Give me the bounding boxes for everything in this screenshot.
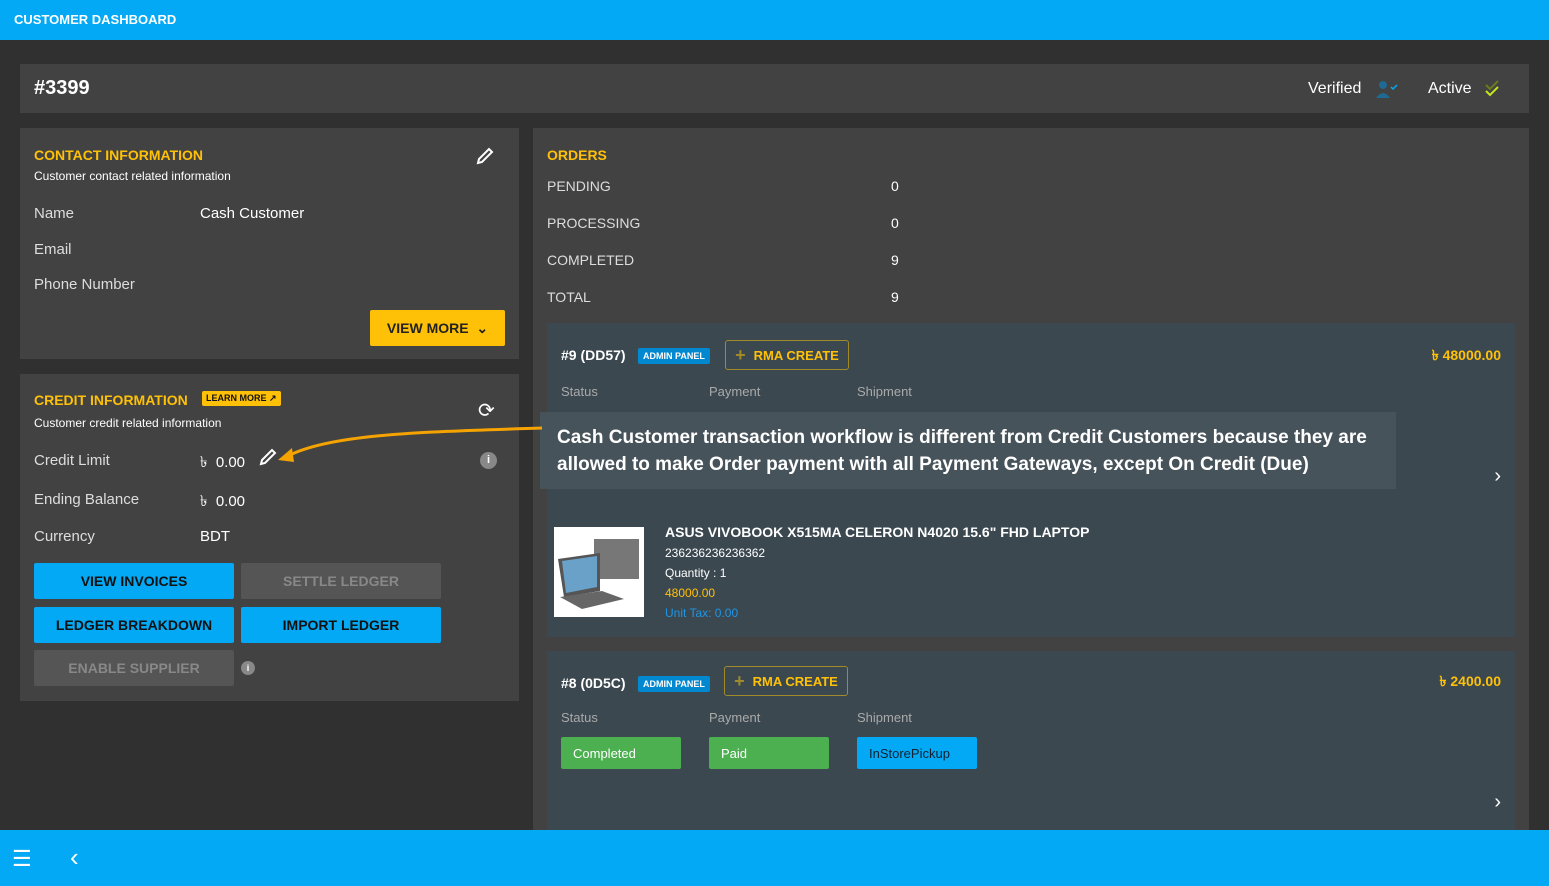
phone-label: Phone Number xyxy=(34,276,135,293)
ledger-breakdown-button[interactable]: LEDGER BREAKDOWN xyxy=(34,607,234,643)
credit-limit-label: Credit Limit xyxy=(34,452,110,469)
view-more-label: VIEW MORE xyxy=(386,320,469,336)
app-title: CUSTOMER DASHBOARD xyxy=(14,12,177,27)
verified-user-icon xyxy=(1376,81,1398,98)
order-amount: ৳ 48000.00 xyxy=(1431,347,1501,363)
name-value: Cash Customer xyxy=(200,205,305,222)
order-card[interactable]: #8 (0D5C) ADMIN PANEL + RMA CREATE ৳ 2400… xyxy=(547,651,1515,851)
currency-value: BDT xyxy=(200,528,230,545)
shipment-label: Shipment xyxy=(857,710,912,725)
active-label: Active xyxy=(1428,80,1472,97)
order-amount: ৳ 2400.00 xyxy=(1439,673,1501,689)
customer-id: #3399 xyxy=(34,77,90,99)
payment-label: Payment xyxy=(709,710,761,725)
product-price: 48000.00 xyxy=(665,586,716,600)
customer-header: #3399 Verified Active xyxy=(20,64,1529,113)
status-chip: Completed xyxy=(561,737,681,769)
admin-panel-badge: ADMIN PANEL xyxy=(638,348,710,364)
admin-panel-badge: ADMIN PANEL xyxy=(638,676,710,692)
status-label: Status xyxy=(561,710,598,725)
taka-icon: ৳ xyxy=(200,454,208,471)
contact-card: CONTACT INFORMATION Customer contact rel… xyxy=(20,128,519,359)
double-check-icon xyxy=(1485,80,1499,97)
annotation-arrow-icon xyxy=(278,426,543,462)
status-label: Status xyxy=(561,384,598,399)
credit-limit-value: 0.00 xyxy=(215,454,246,471)
pending-label: PENDING xyxy=(547,178,611,194)
orders-title: ORDERS xyxy=(547,147,607,163)
info-icon[interactable]: i xyxy=(241,661,255,675)
rma-create-button[interactable]: + RMA CREATE xyxy=(725,340,849,370)
bottom-bar: ☰ ‹ xyxy=(0,830,1549,886)
learn-more-button[interactable]: LEARN MORE ↗ xyxy=(202,391,281,406)
ending-balance-label: Ending Balance xyxy=(34,491,140,508)
chevron-down-icon: ⌄ xyxy=(476,319,489,336)
plus-icon: + xyxy=(735,344,746,365)
pending-value: 0 xyxy=(891,178,899,194)
product-sku: 236236236236362 xyxy=(665,546,766,560)
product-name: ASUS VIVOBOOK X515MA CELERON N4020 15.6"… xyxy=(665,524,1090,540)
verified-label: Verified xyxy=(1308,80,1362,97)
annotation-callout: Cash Customer transaction workflow is di… xyxy=(540,412,1396,489)
shipment-chip: InStorePickup xyxy=(857,737,977,769)
product-image xyxy=(554,527,644,617)
taka-icon: ৳ xyxy=(200,493,208,510)
order-id: #9 (DD57) xyxy=(561,347,626,363)
contact-title: CONTACT INFORMATION xyxy=(34,147,204,163)
completed-label: COMPLETED xyxy=(547,252,635,268)
payment-chip: Paid xyxy=(709,737,829,769)
name-label: Name xyxy=(34,205,75,222)
product-quantity: Quantity : 1 xyxy=(665,566,727,580)
processing-value: 0 xyxy=(891,215,899,231)
view-more-button[interactable]: VIEW MORE ⌄ xyxy=(370,310,505,346)
rma-label: RMA CREATE xyxy=(752,673,838,689)
chevron-right-icon[interactable]: › xyxy=(1494,465,1501,488)
edit-icon[interactable] xyxy=(475,146,495,166)
currency-label: Currency xyxy=(34,528,95,545)
app-header: CUSTOMER DASHBOARD xyxy=(0,0,1549,40)
payment-label: Payment xyxy=(709,384,761,399)
plus-icon: + xyxy=(734,670,745,691)
menu-icon[interactable]: ☰ xyxy=(12,846,32,872)
credit-title: CREDIT INFORMATION xyxy=(34,392,188,408)
import-ledger-button[interactable]: IMPORT LEDGER xyxy=(241,607,441,643)
learn-more-label: LEARN MORE xyxy=(206,393,267,403)
settle-ledger-button[interactable]: SETTLE LEDGER xyxy=(241,563,441,599)
chevron-right-icon[interactable]: › xyxy=(1494,791,1501,814)
shipment-label: Shipment xyxy=(857,384,912,399)
total-value: 9 xyxy=(891,289,899,305)
email-label: Email xyxy=(34,241,72,258)
rma-label: RMA CREATE xyxy=(753,347,839,363)
external-link-icon: ↗ xyxy=(269,393,277,403)
view-invoices-button[interactable]: VIEW INVOICES xyxy=(34,563,234,599)
contact-subtitle: Customer contact related information xyxy=(34,169,231,183)
enable-supplier-button[interactable]: ENABLE SUPPLIER xyxy=(34,650,234,686)
ending-balance-value: 0.00 xyxy=(215,493,246,510)
total-label: TOTAL xyxy=(547,289,591,305)
order-id: #8 (0D5C) xyxy=(561,675,626,691)
processing-label: PROCESSING xyxy=(547,215,641,231)
product-tax: Unit Tax: 0.00 xyxy=(665,606,739,620)
completed-value: 9 xyxy=(891,252,899,268)
rma-create-button[interactable]: + RMA CREATE xyxy=(724,666,848,696)
back-icon[interactable]: ‹ xyxy=(70,842,79,873)
credit-subtitle: Customer credit related information xyxy=(34,416,222,430)
